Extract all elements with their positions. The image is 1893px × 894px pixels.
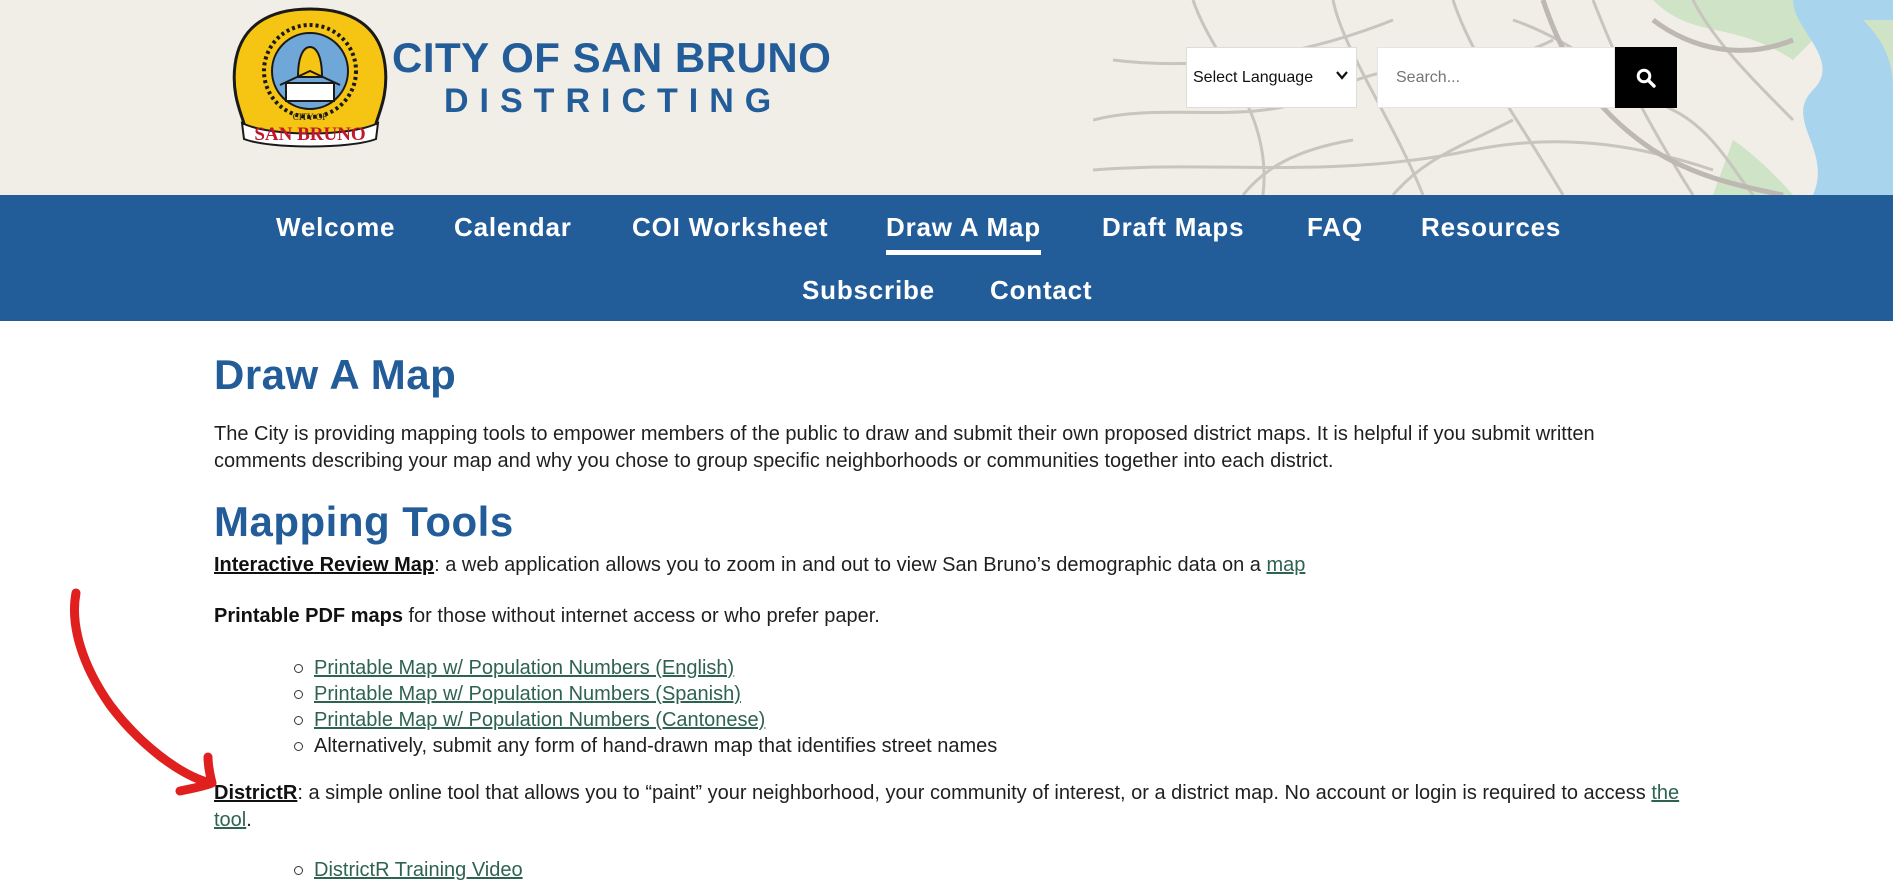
districtr-training-video-link[interactable]: DistrictR Training Video bbox=[314, 859, 523, 881]
districtr-end-punct: . bbox=[246, 809, 252, 831]
site-title-line2: DISTRICTING bbox=[444, 82, 783, 120]
hand-drawn-map-note: Alternatively, submit any form of hand-d… bbox=[314, 735, 998, 757]
nav-contact[interactable]: Contact bbox=[990, 275, 1092, 306]
search-input[interactable] bbox=[1377, 47, 1615, 108]
language-select-value: Select Language bbox=[1193, 68, 1314, 86]
chevron-down-icon bbox=[1336, 71, 1348, 80]
printable-map-cantonese-link[interactable]: Printable Map w/ Population Numbers (Can… bbox=[314, 709, 765, 731]
nav-calendar[interactable]: Calendar bbox=[454, 212, 572, 243]
nav-welcome[interactable]: Welcome bbox=[276, 212, 395, 243]
svg-text:SAN BRUNO: SAN BRUNO bbox=[254, 124, 365, 145]
site-title[interactable]: CITY OF SAN BRUNO DISTRICTING bbox=[392, 35, 831, 121]
annotation-arrow-icon bbox=[69, 588, 217, 796]
search-button[interactable] bbox=[1615, 47, 1677, 108]
nav-draft-maps[interactable]: Draft Maps bbox=[1102, 212, 1244, 243]
svg-text:CITY OF: CITY OF bbox=[293, 112, 327, 122]
printable-map-english-link[interactable]: Printable Map w/ Population Numbers (Eng… bbox=[314, 657, 734, 679]
city-seal-logo: CITY OF SAN BRUNO bbox=[232, 7, 388, 148]
printable-maps-text: for those without internet access or who… bbox=[402, 605, 880, 627]
nav-coi-worksheet[interactable]: COI Worksheet bbox=[632, 212, 828, 243]
nav-draw-a-map[interactable]: Draw A Map bbox=[886, 212, 1041, 255]
list-item: Alternatively, submit any form of hand-d… bbox=[293, 733, 998, 759]
nav-subscribe[interactable]: Subscribe bbox=[802, 275, 935, 306]
districtr-paragraph: DistrictR: a simple online tool that all… bbox=[214, 780, 1684, 834]
section-title-mapping-tools: Mapping Tools bbox=[214, 498, 514, 545]
list-item: DistrictR Training Video bbox=[294, 857, 523, 883]
districtr-list: DistrictR Training Video bbox=[214, 857, 523, 883]
printable-maps-paragraph: Printable PDF maps for those without int… bbox=[214, 603, 1684, 630]
interactive-review-map-link[interactable]: Interactive Review Map bbox=[214, 554, 434, 576]
map-link[interactable]: map bbox=[1266, 554, 1305, 576]
nav-faq[interactable]: FAQ bbox=[1307, 212, 1363, 243]
intro-paragraph: The City is providing mapping tools to e… bbox=[214, 423, 1595, 472]
list-item: Printable Map w/ Population Numbers (Spa… bbox=[293, 681, 997, 707]
printable-maps-heading: Printable PDF maps bbox=[214, 605, 403, 627]
districtr-text: : a simple online tool that allows you t… bbox=[297, 782, 1652, 804]
interactive-review-map-paragraph: Interactive Review Map: a web applicatio… bbox=[214, 552, 1684, 579]
list-item: Printable Map w/ Population Numbers (Can… bbox=[293, 707, 997, 733]
printable-map-spanish-link[interactable]: Printable Map w/ Population Numbers (Spa… bbox=[314, 683, 741, 705]
main-navigation: Welcome Calendar COI Worksheet Draw A Ma… bbox=[0, 195, 1893, 321]
interactive-review-map-text: : a web application allows you to zoom i… bbox=[434, 554, 1267, 576]
search-icon bbox=[1636, 68, 1656, 88]
nav-resources[interactable]: Resources bbox=[1421, 212, 1561, 243]
site-header: CITY OF SAN BRUNO CITY OF SAN BRUNO DIST… bbox=[0, 0, 1893, 195]
site-title-line1: CITY OF SAN BRUNO bbox=[392, 34, 832, 81]
list-item: Printable Map w/ Population Numbers (Eng… bbox=[293, 655, 997, 681]
language-select[interactable]: Select Language bbox=[1186, 47, 1357, 108]
printable-maps-list: Printable Map w/ Population Numbers (Eng… bbox=[214, 655, 997, 759]
page-title: Draw A Map bbox=[214, 351, 457, 398]
